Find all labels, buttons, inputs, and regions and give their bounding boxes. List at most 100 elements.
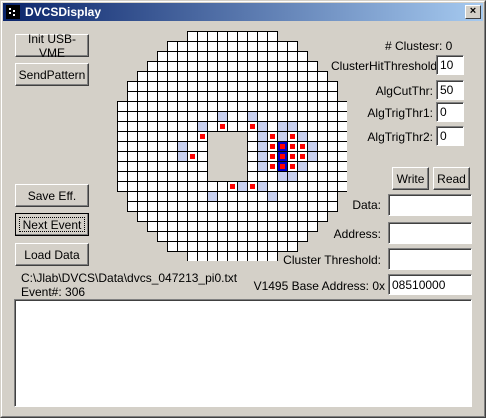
detector-cell[interactable] bbox=[237, 121, 248, 132]
detector-cell[interactable] bbox=[117, 181, 128, 192]
detector-cell[interactable] bbox=[127, 91, 138, 102]
detector-cell[interactable] bbox=[177, 61, 188, 72]
detector-cell[interactable] bbox=[197, 111, 208, 122]
detector-cell[interactable] bbox=[167, 201, 178, 212]
detector-cell[interactable] bbox=[237, 191, 248, 202]
detector-cell[interactable] bbox=[147, 211, 158, 222]
detector-cell[interactable] bbox=[277, 211, 288, 222]
detector-cell[interactable] bbox=[257, 231, 268, 242]
detector-cell[interactable] bbox=[257, 31, 268, 42]
detector-cell[interactable] bbox=[317, 141, 328, 152]
detector-cell[interactable] bbox=[197, 71, 208, 82]
detector-cell[interactable] bbox=[167, 241, 178, 252]
detector-cell[interactable] bbox=[277, 71, 288, 82]
detector-cell[interactable] bbox=[197, 41, 208, 52]
detector-cell[interactable] bbox=[297, 81, 308, 92]
detector-cell[interactable] bbox=[227, 241, 238, 252]
detector-cell[interactable] bbox=[287, 121, 298, 132]
detector-cell[interactable] bbox=[307, 151, 318, 162]
detector-cell[interactable] bbox=[117, 131, 128, 142]
detector-cell[interactable] bbox=[327, 171, 338, 182]
detector-cell[interactable] bbox=[167, 51, 178, 62]
detector-cell[interactable] bbox=[197, 31, 208, 42]
detector-cell[interactable] bbox=[267, 111, 278, 122]
detector-cell[interactable] bbox=[147, 121, 158, 132]
detector-cell[interactable] bbox=[197, 121, 208, 132]
detector-cell[interactable] bbox=[137, 181, 148, 192]
detector-cell[interactable] bbox=[227, 221, 238, 232]
detector-cell[interactable] bbox=[127, 141, 138, 152]
detector-cell[interactable] bbox=[137, 191, 148, 202]
detector-cell[interactable] bbox=[227, 101, 238, 112]
detector-cell[interactable] bbox=[267, 191, 278, 202]
detector-cell[interactable] bbox=[137, 151, 148, 162]
detector-cell[interactable] bbox=[257, 111, 268, 122]
detector-cell[interactable] bbox=[237, 221, 248, 232]
detector-cell[interactable] bbox=[167, 61, 178, 72]
detector-cell[interactable] bbox=[167, 141, 178, 152]
detector-cell[interactable] bbox=[197, 141, 208, 152]
detector-cell[interactable] bbox=[187, 251, 198, 262]
cluster-threshold-field[interactable] bbox=[388, 248, 472, 270]
detector-cell[interactable] bbox=[287, 91, 298, 102]
detector-cell[interactable] bbox=[217, 31, 228, 42]
detector-cell[interactable] bbox=[187, 211, 198, 222]
detector-cell[interactable] bbox=[317, 101, 328, 112]
detector-cell[interactable] bbox=[217, 91, 228, 102]
detector-cell[interactable] bbox=[137, 111, 148, 122]
detector-cell[interactable] bbox=[207, 201, 218, 212]
detector-cell[interactable] bbox=[197, 181, 208, 192]
save-eff-button[interactable]: Save Eff. bbox=[15, 184, 89, 207]
detector-cell[interactable] bbox=[197, 201, 208, 212]
detector-cell[interactable] bbox=[237, 251, 248, 262]
detector-cell[interactable] bbox=[187, 71, 198, 82]
detector-cell[interactable] bbox=[197, 211, 208, 222]
detector-cell[interactable] bbox=[177, 51, 188, 62]
detector-cell[interactable] bbox=[167, 91, 178, 102]
detector-cell[interactable] bbox=[157, 61, 168, 72]
detector-cell[interactable] bbox=[177, 91, 188, 102]
detector-cell[interactable] bbox=[197, 151, 208, 162]
detector-cell[interactable] bbox=[227, 81, 238, 92]
detector-cell[interactable] bbox=[227, 71, 238, 82]
detector-cell[interactable] bbox=[197, 231, 208, 242]
detector-cell[interactable] bbox=[207, 71, 218, 82]
detector-cell[interactable] bbox=[167, 41, 178, 52]
detector-cell[interactable] bbox=[217, 231, 228, 242]
detector-cell[interactable] bbox=[157, 221, 168, 232]
detector-cell[interactable] bbox=[247, 41, 258, 52]
detector-cell[interactable] bbox=[157, 101, 168, 112]
detector-cell[interactable] bbox=[207, 231, 218, 242]
detector-cell[interactable] bbox=[177, 111, 188, 122]
detector-cell[interactable] bbox=[277, 111, 288, 122]
detector-cell[interactable] bbox=[337, 161, 348, 172]
detector-cell[interactable] bbox=[217, 61, 228, 72]
detector-cell[interactable] bbox=[317, 181, 328, 192]
detector-cell[interactable] bbox=[227, 121, 238, 132]
detector-cell[interactable] bbox=[227, 231, 238, 242]
detector-cell[interactable] bbox=[137, 101, 148, 112]
detector-cell[interactable] bbox=[327, 181, 338, 192]
detector-cell[interactable] bbox=[197, 81, 208, 92]
detector-cell[interactable] bbox=[147, 181, 158, 192]
detector-cell[interactable] bbox=[267, 221, 278, 232]
detector-cell[interactable] bbox=[307, 141, 318, 152]
detector-cell[interactable] bbox=[297, 61, 308, 72]
detector-cell[interactable] bbox=[337, 181, 348, 192]
detector-cell[interactable] bbox=[247, 241, 258, 252]
detector-cell[interactable] bbox=[297, 121, 308, 132]
detector-cell[interactable] bbox=[137, 91, 148, 102]
detector-cell[interactable] bbox=[167, 121, 178, 132]
detector-cell[interactable] bbox=[117, 141, 128, 152]
detector-cell[interactable] bbox=[147, 61, 158, 72]
detector-cell[interactable] bbox=[317, 91, 328, 102]
detector-cell[interactable] bbox=[267, 81, 278, 92]
detector-cell[interactable] bbox=[307, 211, 318, 222]
detector-cell[interactable] bbox=[267, 41, 278, 52]
detector-cell[interactable] bbox=[147, 161, 158, 172]
detector-cell[interactable] bbox=[187, 201, 198, 212]
detector-cell[interactable] bbox=[227, 211, 238, 222]
detector-cell[interactable] bbox=[287, 181, 298, 192]
detector-cell[interactable] bbox=[277, 171, 288, 182]
detector-cell[interactable] bbox=[177, 171, 188, 182]
